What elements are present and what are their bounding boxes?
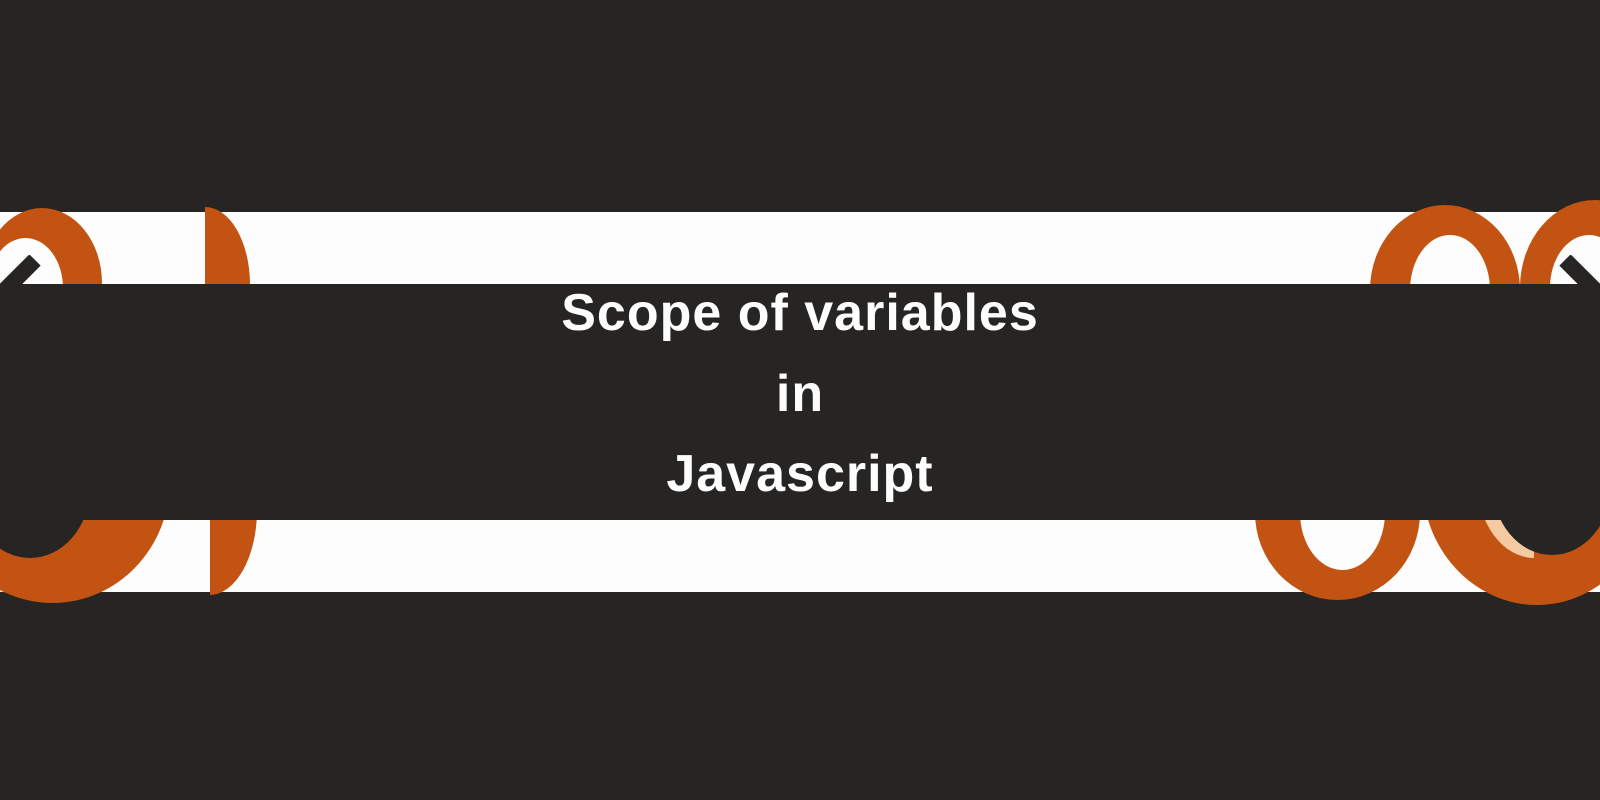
hero-title: Scope of variables in Javascript: [0, 273, 1600, 515]
chevron-left-icon: [0, 255, 45, 335]
title-line-1: Scope of variables: [0, 273, 1600, 354]
title-line-3: Javascript: [0, 434, 1600, 515]
title-line-2: in: [0, 354, 1600, 435]
chevron-right-icon: [1555, 255, 1600, 335]
